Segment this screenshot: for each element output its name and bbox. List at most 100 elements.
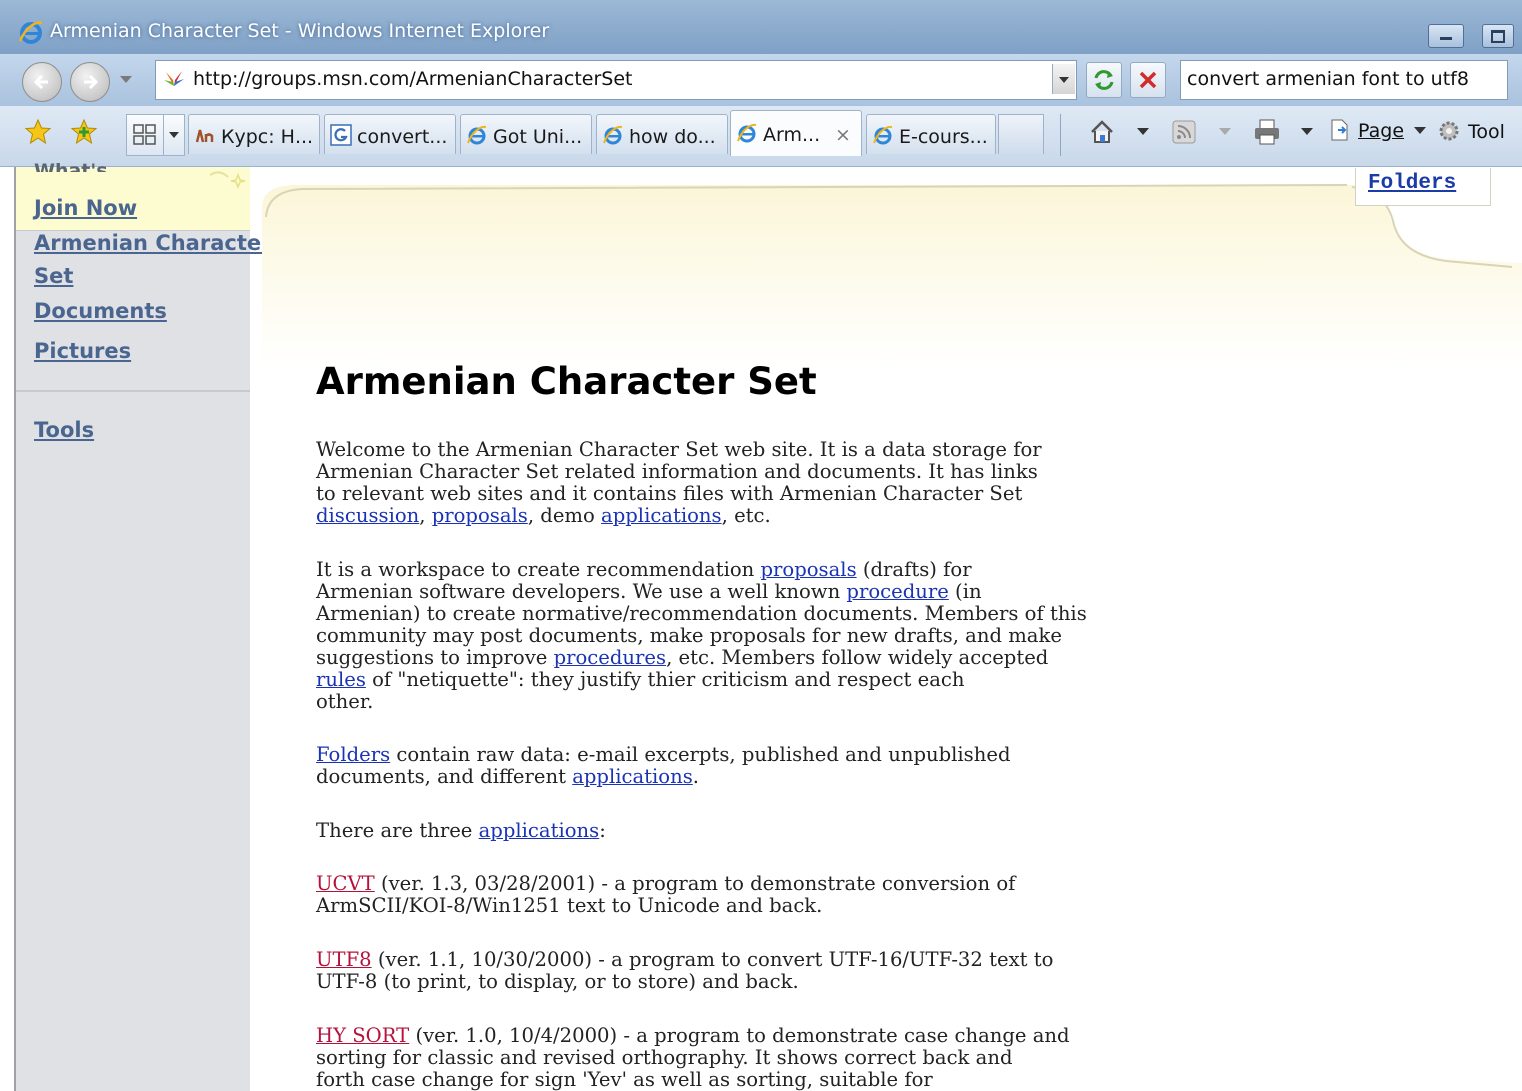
tab-armenian-active[interactable]: Arm... × — [730, 110, 862, 156]
text-fragment: (ver. 1.0, 10/4/2000) - a program to dem… — [409, 1024, 1070, 1047]
app-ucvt-entry: UCVT (ver. 1.3, 03/28/2001) - a program … — [316, 873, 1316, 917]
text-line: Welcome to the Armenian Character Set we… — [316, 438, 1042, 461]
procedures-link[interactable]: procedures — [554, 646, 666, 669]
back-arrow-icon — [33, 74, 48, 90]
folders-paragraph: Folders contain raw data: e-mail excerpt… — [316, 744, 1316, 788]
tools-menu-button[interactable]: Tool — [1436, 118, 1505, 144]
text-fragment: (ver. 1.3, 03/28/2001) - a program to de… — [374, 872, 1016, 895]
proposals-link[interactable]: proposals — [432, 504, 528, 527]
tab-close-icon[interactable]: × — [835, 124, 851, 146]
applications-intro: There are three applications: — [316, 820, 1316, 842]
text-fragment: There are three — [316, 819, 479, 842]
applications-link[interactable]: applications — [572, 765, 693, 788]
text-fragment: : — [599, 819, 606, 842]
text-fragment: (ver. 1.1, 10/30/2000) - a program to co… — [371, 948, 1054, 971]
home-icon[interactable] — [1088, 118, 1116, 146]
utf8-link[interactable]: UTF8 — [316, 948, 372, 971]
ie-page-icon — [467, 125, 487, 145]
text-fragment: , demo — [527, 504, 602, 527]
tab-kurs[interactable]: Курс: Н... — [188, 114, 320, 154]
sidebar-item-documents[interactable]: Documents — [34, 299, 167, 323]
ucvt-link[interactable]: UCVT — [316, 872, 375, 895]
applications-link[interactable]: applications — [479, 819, 600, 842]
folders-link[interactable]: Folders — [316, 743, 390, 766]
text-line: UTF-8 (to print, to display, or to store… — [316, 970, 799, 993]
page-dropdown-icon — [1414, 127, 1427, 134]
feeds-dropdown-icon[interactable] — [1219, 128, 1231, 135]
internet-explorer-icon — [18, 21, 43, 44]
address-dropdown-button[interactable] — [1052, 64, 1075, 94]
text-fragment: (drafts) for — [856, 558, 972, 581]
stop-button[interactable] — [1130, 62, 1166, 98]
stop-icon — [1139, 71, 1157, 89]
tab-label: Курс: Н... — [221, 126, 314, 148]
applications-link[interactable]: applications — [601, 504, 722, 527]
sparkle-decoration-icon — [209, 171, 246, 190]
feeds-icon[interactable] — [1172, 120, 1196, 144]
print-dropdown-icon[interactable] — [1301, 128, 1313, 135]
text-fragment: of "netiquette": they justify thier crit… — [365, 668, 965, 691]
tab-how-do[interactable]: how do... — [596, 114, 728, 154]
tab-list-dropdown[interactable] — [163, 114, 185, 156]
text-fragment: contain raw data: e-mail excerpts, publi… — [390, 743, 1011, 766]
home-dropdown-icon[interactable] — [1137, 128, 1149, 135]
sidebar-item-pictures[interactable]: Pictures — [34, 339, 131, 363]
text-fragment: (in — [948, 580, 982, 603]
text-fragment: suggestions to improve — [316, 646, 554, 669]
favorites-center-icon[interactable] — [24, 118, 52, 146]
header-wave-decoration — [262, 184, 1522, 367]
left-frame-border — [0, 167, 16, 1091]
minimize-button[interactable] — [1428, 24, 1464, 48]
text-line: forth case change for sign 'Yev' as well… — [316, 1068, 933, 1091]
ie-page-icon — [603, 125, 623, 145]
app-hy-sort-entry: HY SORT (ver. 1.0, 10/4/2000) - a progra… — [316, 1025, 1316, 1091]
msn-butterfly-icon — [164, 71, 184, 86]
text-fragment: , etc. Members follow widely accepted — [666, 646, 1049, 669]
forward-button[interactable] — [70, 62, 110, 102]
refresh-icon — [1094, 70, 1114, 90]
tab-got-unicode[interactable]: Got Uni... — [460, 114, 592, 154]
gear-icon — [1439, 121, 1459, 141]
add-to-favorites-icon[interactable] — [70, 118, 98, 146]
tab-label: Arm... — [763, 124, 821, 146]
sidebar-item-whats-new[interactable]: What's New — [34, 160, 158, 172]
sidebar-item-tools[interactable]: Tools — [34, 418, 94, 442]
discussion-link[interactable]: discussion — [316, 504, 419, 527]
refresh-button[interactable] — [1086, 62, 1122, 98]
sidebar-item-armenian-character-set[interactable]: Armenian Character — [34, 231, 271, 255]
page-title: Armenian Character Set — [316, 360, 817, 403]
address-url[interactable]: http://groups.msn.com/ArmenianCharacterS… — [193, 68, 632, 90]
rules-link[interactable]: rules — [316, 668, 366, 691]
folders-header-link[interactable]: Folders — [1368, 172, 1456, 195]
new-tab-button[interactable] — [998, 114, 1044, 154]
quick-tabs-button[interactable] — [126, 114, 164, 156]
tab-label: Got Uni... — [493, 126, 583, 148]
search-input-text[interactable]: convert armenian font to utf8 — [1187, 68, 1469, 90]
sidebar-item-armenian-character-set-cont[interactable]: Set — [34, 264, 73, 288]
recent-pages-dropdown[interactable] — [120, 76, 132, 83]
forward-arrow-icon — [84, 74, 99, 90]
hy-sort-link[interactable]: HY SORT — [316, 1024, 409, 1047]
page-icon — [1331, 119, 1348, 141]
text-line: Armenian Character Set related informati… — [316, 460, 1038, 483]
proposals-link[interactable]: proposals — [761, 558, 857, 581]
tab-convert[interactable]: convert... — [324, 114, 456, 154]
text-fragment: . — [692, 765, 700, 788]
maximize-button[interactable] — [1482, 24, 1514, 48]
google-icon — [330, 124, 352, 146]
text-fragment: documents, and different — [316, 765, 573, 788]
text-fragment: Armenian software developers. We use a w… — [316, 580, 847, 603]
page-menu-button[interactable]: Page — [1328, 118, 1427, 142]
procedure-link[interactable]: procedure — [846, 580, 948, 603]
tab-e-cours[interactable]: E-cours... — [866, 114, 996, 154]
print-icon[interactable] — [1252, 118, 1282, 146]
sidebar-divider — [16, 390, 250, 392]
minimize-icon — [1440, 37, 1452, 40]
page-menu-label: Page — [1358, 120, 1405, 142]
app-utf8-entry: UTF8 (ver. 1.1, 10/30/2000) - a program … — [316, 949, 1316, 993]
text-line: sorting for classic and revised orthogra… — [316, 1046, 1013, 1069]
text-line: other. — [316, 690, 374, 713]
back-button[interactable] — [22, 62, 62, 102]
sidebar-item-join-now[interactable]: Join Now — [34, 196, 137, 220]
text-fragment: , etc. — [721, 504, 771, 527]
